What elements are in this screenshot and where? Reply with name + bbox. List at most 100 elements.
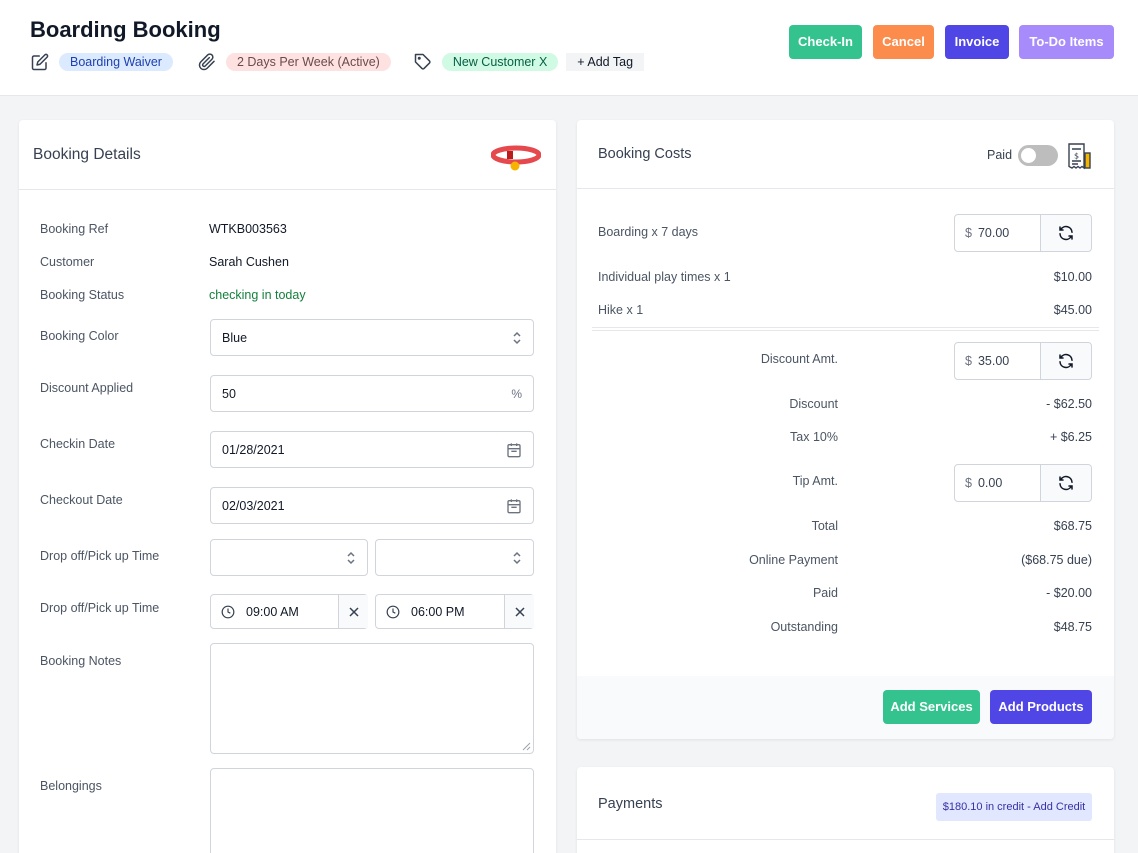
- booking-notes-label: Booking Notes: [40, 654, 122, 668]
- resize-handle-icon[interactable]: [522, 742, 531, 751]
- discount-amt-label: Discount Amt.: [760, 352, 838, 366]
- page-title: Boarding Booking: [30, 17, 221, 42]
- tag-row: Boarding Waiver 2 Days Per Week (Active)…: [30, 51, 645, 73]
- paid-toggle-label: Paid: [987, 148, 1013, 162]
- refresh-icon: [1059, 475, 1073, 491]
- waiver-badge[interactable]: Boarding Waiver: [59, 53, 173, 71]
- currency-symbol: $: [965, 226, 972, 240]
- booking-color-label: Booking Color: [40, 329, 119, 343]
- clock-icon: [386, 605, 400, 622]
- booking-costs-title: Booking Costs: [598, 146, 692, 162]
- paid-value: - $20.00: [1046, 586, 1092, 600]
- divider: [19, 189, 556, 190]
- hike-label: Hike x 1: [598, 303, 644, 317]
- dog-collar-icon: [490, 144, 542, 175]
- invoice-button[interactable]: Invoice: [945, 25, 1009, 59]
- play-times-label: Individual play times x 1: [598, 270, 731, 284]
- discount-amount-input[interactable]: $35.00: [954, 342, 1092, 380]
- refresh-tip-button[interactable]: [1041, 465, 1091, 501]
- booking-color-select[interactable]: Blue: [210, 319, 534, 356]
- dropoff-select[interactable]: [210, 539, 368, 576]
- checkout-date-label: Checkout Date: [40, 493, 123, 507]
- booking-notes-textarea[interactable]: [210, 643, 534, 754]
- add-services-button[interactable]: Add Services: [883, 690, 980, 724]
- booking-costs-card: Booking Costs Paid $ Boarding x 7 days $…: [577, 120, 1114, 739]
- discount-value: - $62.50: [1046, 397, 1092, 411]
- receipt-icon[interactable]: $: [1067, 143, 1091, 173]
- tax-value: + $6.25: [1049, 430, 1092, 444]
- divider: [592, 327, 1099, 328]
- booking-status-value: checking in today: [209, 288, 306, 302]
- percent-suffix: %: [511, 386, 522, 401]
- payments-card: Payments $180.10 in credit - Add Credit: [577, 767, 1114, 853]
- check-in-button[interactable]: Check-In: [789, 25, 862, 59]
- currency-symbol: $: [965, 354, 972, 368]
- toggle-knob: [1021, 148, 1036, 163]
- pickup-time-input[interactable]: 06:00 PM: [375, 594, 534, 629]
- customer-value: Sarah Cushen: [209, 255, 289, 269]
- customer-tag-badge[interactable]: New Customer X: [441, 53, 559, 71]
- discount-applied-value: 50: [222, 386, 236, 401]
- close-icon: [514, 606, 525, 617]
- chevron-updown-icon: [512, 331, 522, 345]
- close-icon: [348, 606, 359, 617]
- tag-icon[interactable]: [413, 52, 433, 72]
- refresh-icon: [1059, 225, 1073, 241]
- pickup-time-value: 06:00 PM: [411, 605, 465, 619]
- clear-dropoff-button[interactable]: [338, 595, 368, 628]
- belongings-label: Belongings: [40, 779, 102, 793]
- tax-label: Tax 10%: [790, 430, 838, 444]
- customer-label: Customer: [40, 255, 95, 269]
- booking-ref-value: WTKB003563: [209, 222, 287, 236]
- total-label: Total: [811, 519, 838, 533]
- pickup-select[interactable]: [375, 539, 534, 576]
- clear-pickup-button[interactable]: [504, 595, 534, 628]
- booking-details-title: Booking Details: [33, 146, 141, 163]
- boarding-amount-input[interactable]: $70.00: [954, 214, 1092, 252]
- calendar-icon[interactable]: [506, 498, 522, 514]
- divider: [577, 188, 1114, 189]
- paid-toggle[interactable]: [1018, 145, 1058, 166]
- online-payment-label: Online Payment: [749, 553, 838, 567]
- clock-icon: [221, 605, 235, 622]
- divider: [577, 839, 1114, 840]
- edit-icon[interactable]: [30, 52, 50, 72]
- discount-applied-label: Discount Applied: [40, 381, 134, 395]
- chevron-updown-icon: [346, 551, 356, 565]
- refresh-boarding-button[interactable]: [1041, 215, 1091, 251]
- booking-status-label: Booking Status: [40, 288, 125, 302]
- boarding-label: Boarding x 7 days: [598, 225, 699, 239]
- booking-color-value: Blue: [222, 330, 248, 345]
- belongings-textarea[interactable]: [210, 768, 534, 853]
- paperclip-icon[interactable]: [197, 52, 217, 72]
- dropoff-pickup-time-label: Drop off/Pick up Time: [40, 601, 160, 615]
- discount-label: Discount: [789, 397, 838, 411]
- boarding-amount-value: 70.00: [977, 226, 1010, 240]
- tip-amt-label: Tip Amt.: [792, 474, 838, 488]
- refresh-icon: [1059, 353, 1073, 369]
- page-header: Boarding Booking Boarding Waiver 2 Days …: [0, 0, 1138, 96]
- payments-title: Payments: [598, 796, 663, 812]
- dropoff-pickup-label: Drop off/Pick up Time: [40, 549, 160, 563]
- cancel-button[interactable]: Cancel: [873, 25, 934, 59]
- checkin-date-label: Checkin Date: [40, 437, 116, 451]
- to-do-items-button[interactable]: To-Do Items: [1019, 25, 1114, 59]
- checkin-date-input[interactable]: 01/28/2021: [210, 431, 534, 468]
- checkin-date-value: 01/28/2021: [222, 442, 285, 457]
- play-times-amount: $10.00: [1053, 270, 1092, 284]
- booking-ref-label: Booking Ref: [40, 222, 109, 236]
- plan-badge[interactable]: 2 Days Per Week (Active): [225, 53, 391, 71]
- add-tag-button[interactable]: + Add Tag: [566, 53, 645, 71]
- svg-text:$: $: [1074, 152, 1079, 161]
- add-products-button[interactable]: Add Products: [990, 690, 1092, 724]
- tip-amount-input[interactable]: $0.00: [954, 464, 1092, 502]
- refresh-discount-button[interactable]: [1041, 343, 1091, 379]
- calendar-icon[interactable]: [506, 442, 522, 458]
- paid-label: Paid: [812, 586, 838, 600]
- dropoff-time-input[interactable]: 09:00 AM: [210, 594, 368, 629]
- add-credit-button[interactable]: $180.10 in credit - Add Credit: [936, 793, 1092, 821]
- divider: [592, 330, 1099, 331]
- discount-applied-input[interactable]: 50 %: [210, 375, 534, 412]
- checkout-date-input[interactable]: 02/03/2021: [210, 487, 534, 524]
- tip-amount-value: 0.00: [977, 476, 1003, 490]
